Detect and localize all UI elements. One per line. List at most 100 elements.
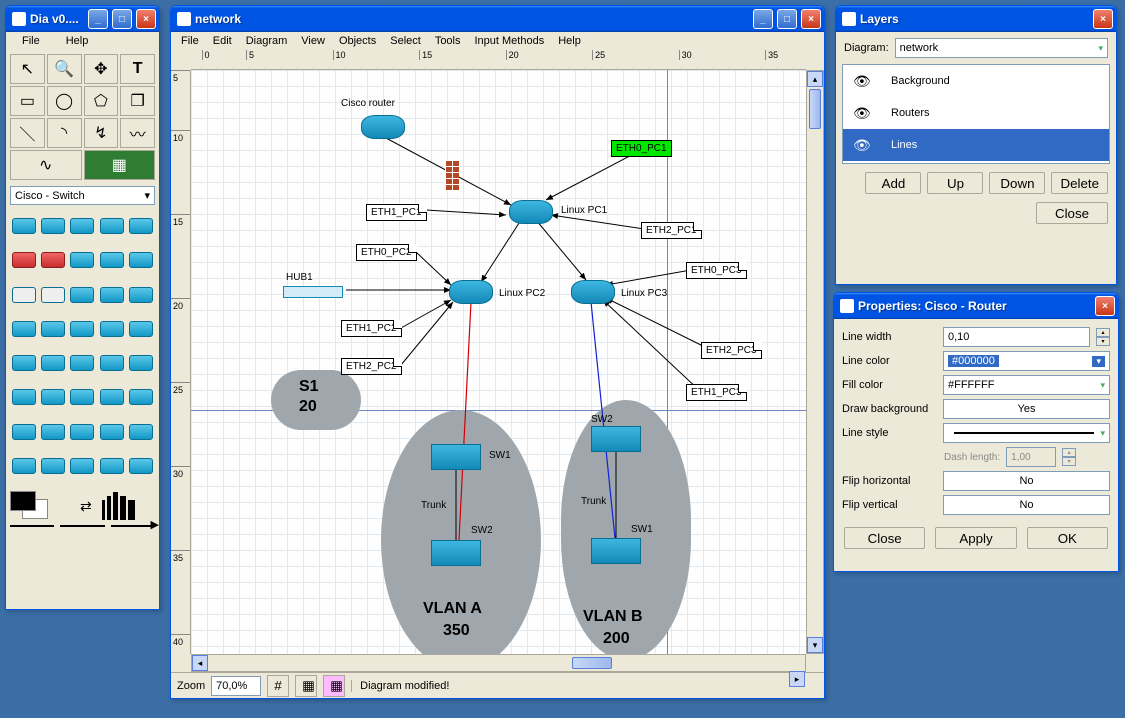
layer-up-button[interactable]: Up	[927, 172, 983, 194]
shape-item[interactable]	[10, 245, 37, 275]
scroll-left-icon[interactable]: ◂	[192, 655, 208, 671]
shape-item[interactable]	[10, 314, 37, 344]
shape-item[interactable]	[39, 314, 66, 344]
flip-h-toggle[interactable]: No	[943, 471, 1110, 491]
shape-item[interactable]	[98, 211, 125, 241]
shape-item[interactable]	[69, 417, 96, 447]
shape-item[interactable]	[98, 280, 125, 310]
shape-item[interactable]	[98, 348, 125, 378]
layers-diagram-select[interactable]: network▾	[895, 38, 1108, 58]
fg-bg-swatch[interactable]	[10, 491, 70, 521]
box-eth0-pc3[interactable]: ETH0_PC3	[686, 262, 747, 279]
minimize-button[interactable]: _	[753, 9, 773, 29]
node-hub1[interactable]	[283, 286, 343, 298]
add-layer-button[interactable]: Add	[865, 172, 921, 194]
box-eth0-pc1[interactable]: ETH0_PC1	[611, 140, 672, 157]
props-close-button[interactable]: Close	[844, 527, 925, 549]
shape-item[interactable]	[69, 280, 96, 310]
scroll-right-icon[interactable]: ▸	[789, 671, 805, 687]
delete-layer-button[interactable]: Delete	[1051, 172, 1108, 194]
arc-tool[interactable]: ◝	[47, 118, 82, 148]
toolbox-titlebar[interactable]: Dia v0.... _ □ ×	[6, 6, 159, 32]
shape-item[interactable]	[98, 451, 125, 481]
close-button[interactable]: ×	[1095, 296, 1115, 316]
shape-item[interactable]	[128, 348, 155, 378]
shape-item[interactable]	[10, 211, 37, 241]
eye-icon[interactable]: 👁	[853, 137, 873, 154]
props-apply-button[interactable]: Apply	[935, 527, 1016, 549]
node-vlana-sw2[interactable]	[431, 540, 481, 566]
node-vlanb-sw1[interactable]	[591, 538, 641, 564]
layers-titlebar[interactable]: Layers ×	[836, 6, 1116, 32]
polyline-tool[interactable]: 〰	[120, 118, 155, 148]
menu-file[interactable]: File	[10, 34, 52, 48]
fill-color-select[interactable]: #FFFFFF▾	[943, 375, 1110, 395]
menu-view[interactable]: View	[295, 34, 331, 48]
minimize-button[interactable]: _	[88, 9, 108, 29]
node-linux-pc3[interactable]	[571, 280, 615, 304]
maximize-button[interactable]: □	[112, 9, 132, 29]
box-eth0-pc2[interactable]: ETH0_PC2	[356, 244, 417, 261]
shape-item[interactable]	[128, 417, 155, 447]
shape-item[interactable]	[128, 451, 155, 481]
shape-item[interactable]	[39, 417, 66, 447]
maximize-button[interactable]: □	[777, 9, 797, 29]
menu-help[interactable]: Help	[552, 34, 587, 48]
layer-row-background[interactable]: 👁 Background	[843, 65, 1109, 97]
ruler-vertical[interactable]: 5 10 15 20 25 30 35 40	[171, 70, 191, 654]
diagram-titlebar[interactable]: network _ □ ×	[171, 6, 824, 32]
snap-grid-toggle[interactable]: #	[267, 675, 289, 697]
box-eth2-pc1[interactable]: ETH2_PC1	[641, 222, 702, 239]
snap-object-toggle[interactable]: ▦	[295, 675, 317, 697]
box-eth1-pc3[interactable]: ETH1_PC3	[686, 384, 747, 401]
box-tool[interactable]: ▭	[10, 86, 45, 116]
shape-item[interactable]	[128, 245, 155, 275]
snap-something-toggle[interactable]: ▦	[323, 675, 345, 697]
shape-item[interactable]	[98, 314, 125, 344]
menu-edit[interactable]: Edit	[207, 34, 238, 48]
menu-objects[interactable]: Objects	[333, 34, 382, 48]
scroll-tool[interactable]: ✥	[84, 54, 119, 84]
box-eth2-pc2[interactable]: ETH2_PC2	[341, 358, 402, 375]
scrollbar-vertical[interactable]: ▴ ▾	[806, 70, 824, 654]
node-vlana-sw1[interactable]	[431, 444, 481, 470]
arrow-start-select[interactable]	[10, 525, 54, 527]
shape-item[interactable]	[69, 451, 96, 481]
shape-item[interactable]	[69, 211, 96, 241]
zoom-input[interactable]	[211, 676, 261, 696]
shape-item[interactable]	[98, 382, 125, 412]
shape-item[interactable]	[39, 245, 66, 275]
node-cisco-router[interactable]	[361, 115, 405, 139]
shape-item[interactable]	[39, 348, 66, 378]
menu-file[interactable]: File	[175, 34, 205, 48]
line-tool[interactable]: ＼	[10, 118, 45, 148]
line-width-spinner[interactable]: ▴▾	[1096, 328, 1110, 346]
scroll-thumb[interactable]	[572, 657, 612, 669]
canvas[interactable]: Cisco router Linux PC1 Linux PC2 Linux P…	[191, 70, 806, 654]
node-linux-pc1[interactable]	[509, 200, 553, 224]
close-button[interactable]: ×	[801, 9, 821, 29]
node-linux-pc2[interactable]	[449, 280, 493, 304]
properties-titlebar[interactable]: Properties: Cisco - Router ×	[834, 293, 1118, 319]
shape-item[interactable]	[98, 417, 125, 447]
shape-item[interactable]	[10, 280, 37, 310]
ellipse-tool[interactable]: ◯	[47, 86, 82, 116]
ruler-horizontal[interactable]: 0 5 10 15 20 25 30 35 40	[191, 50, 806, 70]
shape-item[interactable]	[69, 382, 96, 412]
polygon-tool[interactable]: ⬠	[84, 86, 119, 116]
flip-v-toggle[interactable]: No	[943, 495, 1110, 515]
box-eth2-pc3[interactable]: ETH2_PC3	[701, 342, 762, 359]
menu-diagram[interactable]: Diagram	[240, 34, 294, 48]
shape-item[interactable]	[69, 245, 96, 275]
props-ok-button[interactable]: OK	[1027, 527, 1108, 549]
pointer-tool[interactable]: ↖	[10, 54, 45, 84]
shape-item[interactable]	[10, 348, 37, 378]
shape-item[interactable]	[128, 280, 155, 310]
shape-item[interactable]	[39, 451, 66, 481]
scroll-up-icon[interactable]: ▴	[807, 71, 823, 87]
shape-item[interactable]	[69, 348, 96, 378]
arrow-end-select[interactable]: ▶	[111, 525, 155, 527]
shape-item[interactable]	[39, 280, 66, 310]
close-button[interactable]: ×	[1093, 9, 1113, 29]
bezier-tool[interactable]: ∿	[10, 150, 82, 180]
